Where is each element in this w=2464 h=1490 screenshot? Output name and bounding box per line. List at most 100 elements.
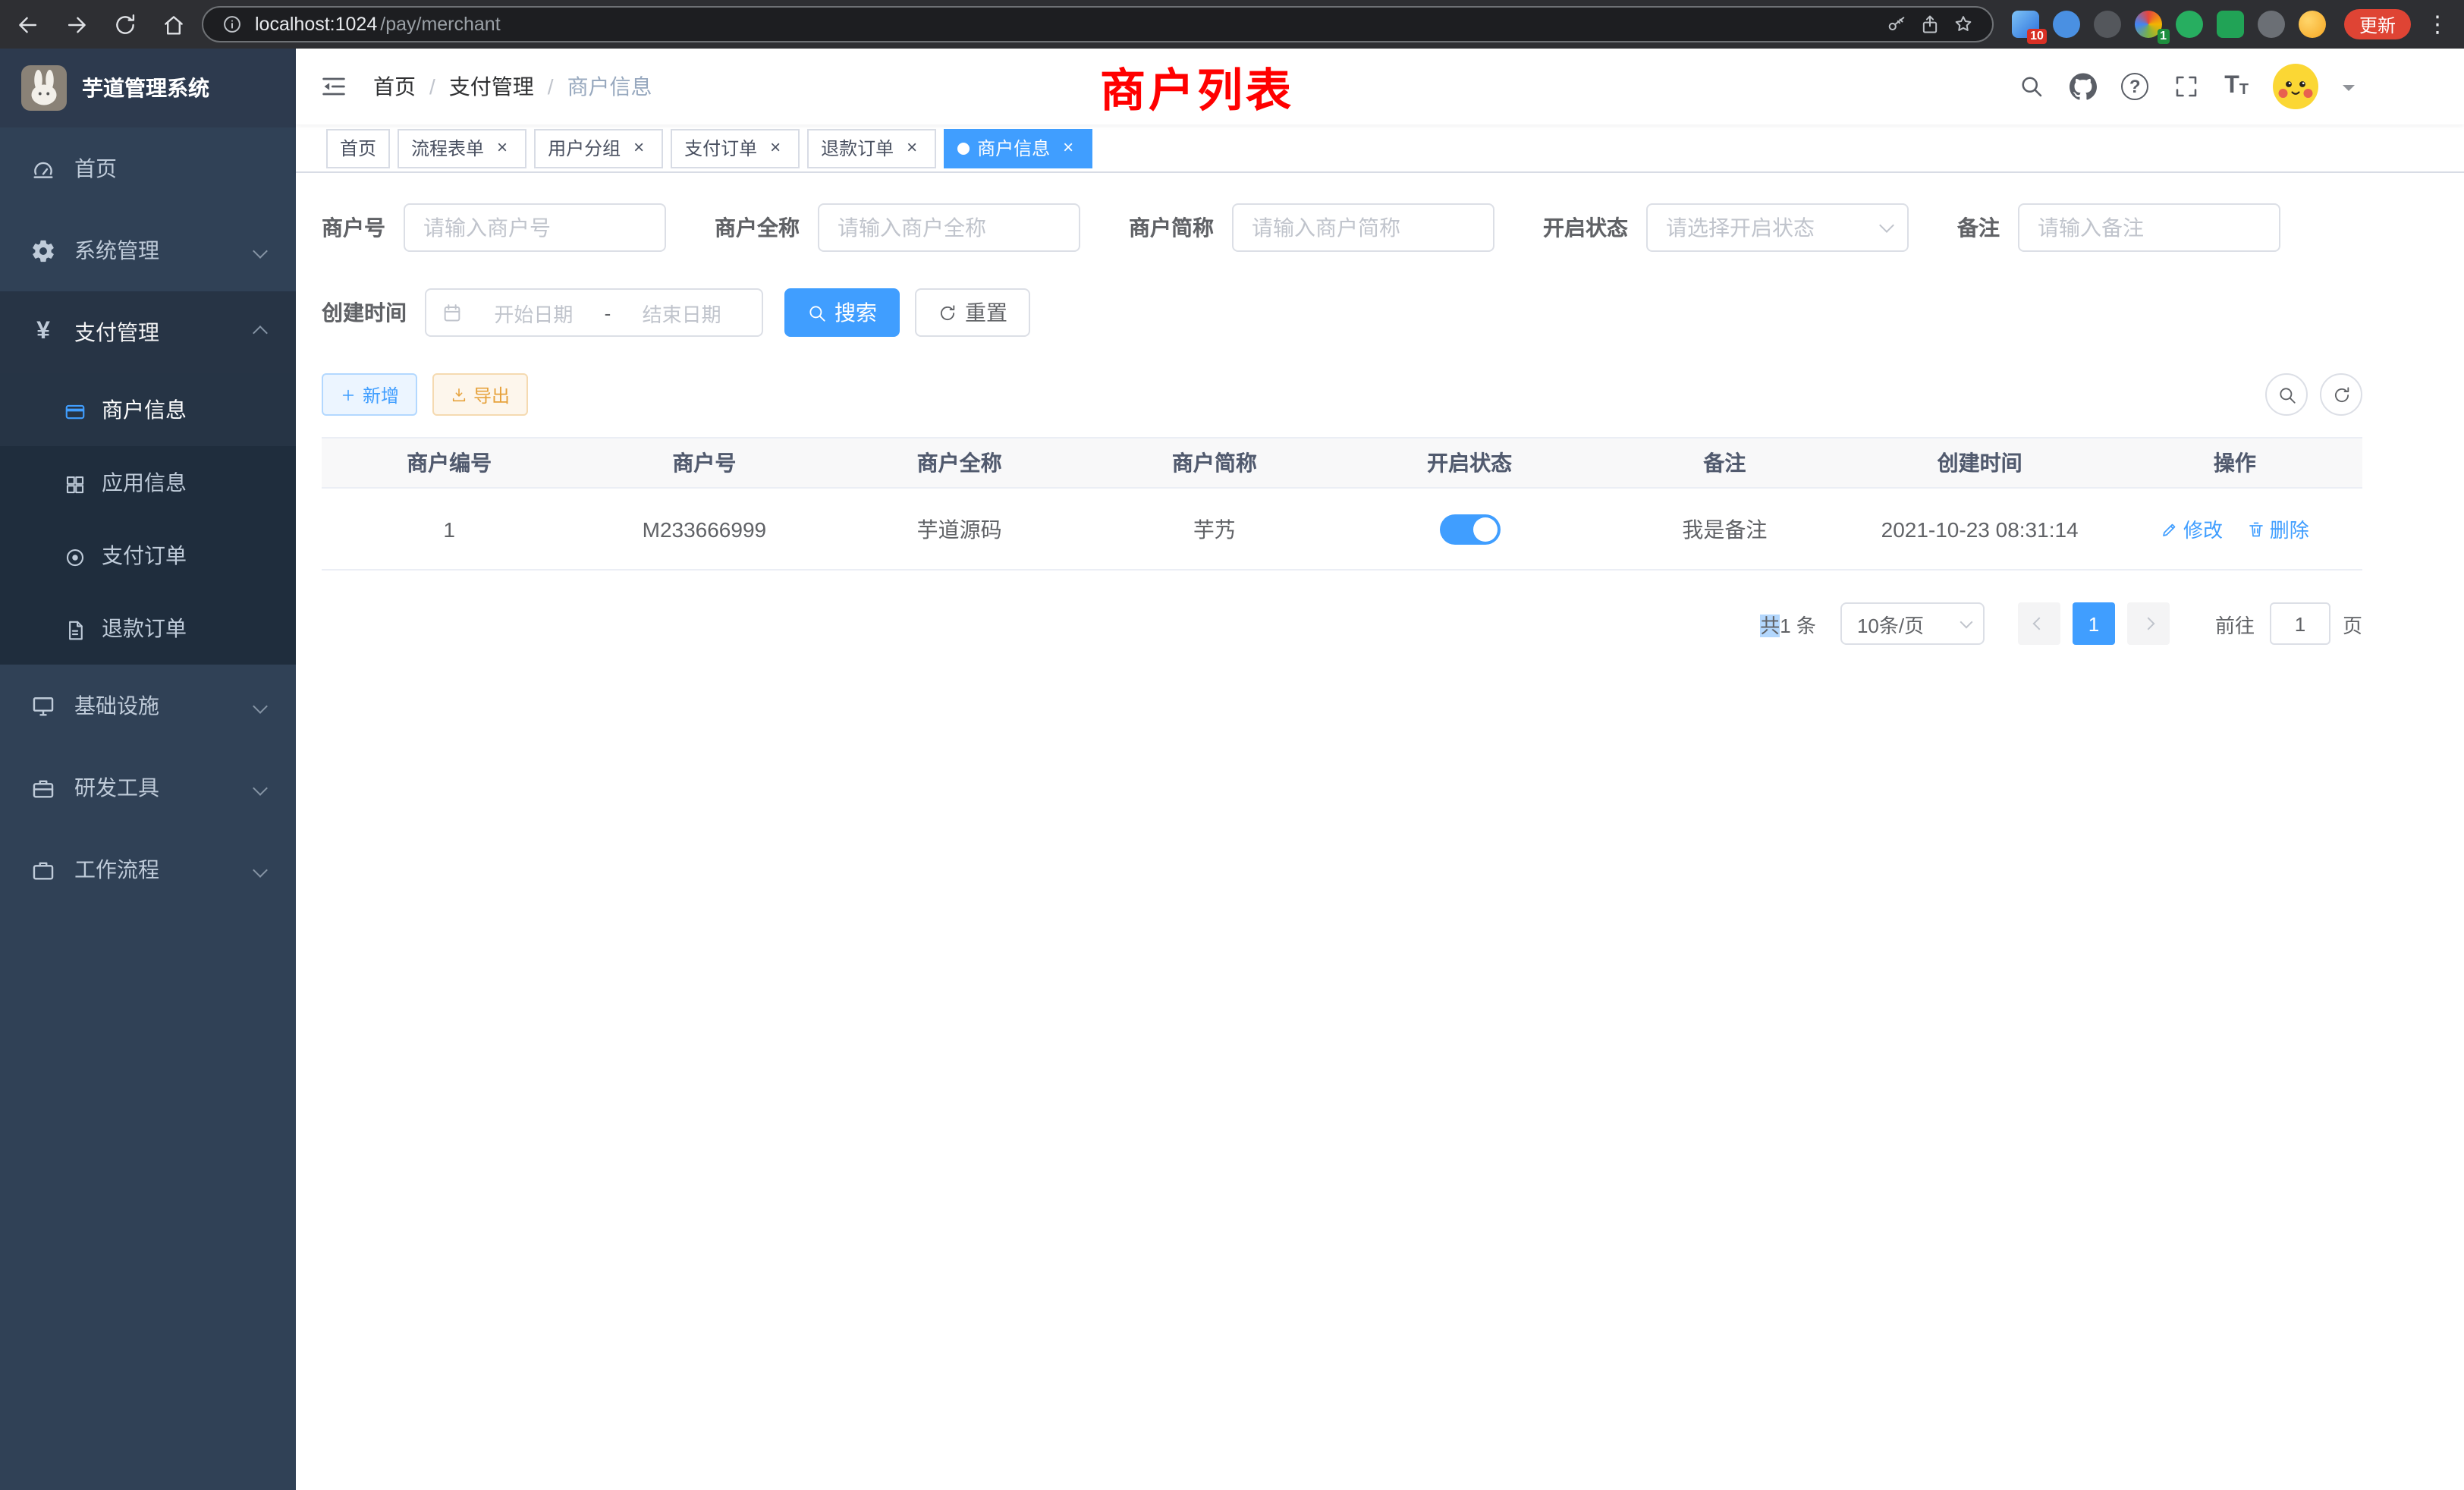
edit-link[interactable]: 修改 [2161, 514, 2223, 543]
tab-pay-orders[interactable]: 支付订单× [671, 128, 800, 168]
breadcrumb-payment[interactable]: 支付管理 [449, 71, 534, 102]
page-1-button[interactable]: 1 [2073, 602, 2115, 645]
address-bar[interactable]: localhost:1024 /pay/merchant [202, 6, 1994, 42]
export-button[interactable]: 导出 [432, 373, 528, 416]
chevron-down-icon [1879, 218, 1894, 233]
page-suffix: 页 [2343, 609, 2362, 638]
password-key-icon[interactable] [1886, 14, 1907, 35]
extension-icon[interactable]: 1 [2135, 11, 2162, 38]
sidebar-item-dev-tools[interactable]: 研发工具 [0, 747, 296, 828]
close-icon[interactable]: × [492, 137, 513, 159]
tab-merchant-info[interactable]: 商户信息× [944, 128, 1092, 168]
help-icon[interactable]: ? [2121, 73, 2148, 100]
close-icon[interactable]: × [1058, 137, 1079, 159]
status-toggle[interactable] [1439, 514, 1500, 544]
record-circle-icon [64, 544, 86, 567]
sidebar-item-label: 工作流程 [74, 854, 159, 885]
search-icon [807, 303, 827, 322]
sidebar-item-payment[interactable]: ¥ 支付管理 [0, 291, 296, 373]
chevron-down-icon [253, 780, 268, 795]
sidebar-item-workflow[interactable]: 工作流程 [0, 828, 296, 910]
tab-user-group[interactable]: 用户分组× [534, 128, 663, 168]
sidebar-item-home[interactable]: 首页 [0, 127, 296, 209]
status-select[interactable]: 请选择开启状态 [1646, 203, 1909, 252]
sidebar-item-merchant-info[interactable]: 商户信息 [0, 373, 296, 446]
merchant-no-input[interactable] [404, 203, 666, 252]
reload-icon[interactable] [112, 11, 138, 37]
search-button[interactable]: 搜索 [784, 288, 900, 337]
navbar-actions: ? TT [2018, 64, 2355, 109]
merchant-fullname-input[interactable] [818, 203, 1080, 252]
sidebar-item-refund-orders[interactable]: 退款订单 [0, 592, 296, 665]
screen: localhost:1024 /pay/merchant 10 1 更新 ⋮ [0, 0, 2464, 1490]
tab-process-form[interactable]: 流程表单× [398, 128, 526, 168]
goto-page-input[interactable] [2270, 602, 2330, 645]
back-icon[interactable] [15, 11, 41, 37]
cell-merchant-fullname: 芋道源码 [832, 514, 1087, 544]
tab-refund-orders[interactable]: 退款订单× [807, 128, 936, 168]
breadcrumb-home[interactable]: 首页 [373, 71, 416, 102]
font-size-icon[interactable]: TT [2224, 74, 2249, 99]
sidebar: 芋道管理系统 首页 系统管理 ¥ 支付管理 [0, 49, 296, 1490]
extension-icon[interactable] [2053, 11, 2080, 38]
extension-icon[interactable] [2217, 11, 2244, 38]
pagination: 共1 条 10条/页 1 前往 页 [322, 602, 2362, 645]
fullscreen-icon[interactable] [2173, 73, 2200, 100]
logo-image [21, 65, 67, 111]
browser-update-button[interactable]: 更新 [2344, 9, 2411, 39]
create-time-range-picker[interactable]: 开始日期 - 结束日期 [425, 288, 763, 337]
toggle-search-button[interactable] [2265, 373, 2308, 416]
extension-icon[interactable]: 10 [2012, 11, 2039, 38]
chevron-up-icon [253, 325, 268, 340]
bookmark-star-icon[interactable] [1953, 14, 1974, 35]
next-page-button[interactable] [2127, 602, 2170, 645]
prev-page-button[interactable] [2018, 602, 2060, 645]
pin-extension-icon[interactable] [2258, 11, 2285, 38]
edit-pencil-icon [2161, 520, 2179, 538]
hamburger-icon[interactable] [319, 71, 349, 102]
tabs-view: 首页 流程表单× 用户分组× 支付订单× 退款订单× 商户信息× [296, 124, 2464, 173]
column-header: 备注 [1597, 448, 1852, 478]
active-tab-dot [957, 142, 970, 154]
forward-icon[interactable] [64, 11, 90, 37]
download-icon [451, 386, 467, 403]
user-dropdown-caret-icon[interactable] [2343, 85, 2355, 97]
breadcrumb: 首页 / 支付管理 / 商户信息 [373, 71, 652, 102]
status-label: 开启状态 [1543, 212, 1646, 243]
close-icon[interactable]: × [628, 137, 649, 159]
search-icon[interactable] [2018, 73, 2045, 100]
delete-link[interactable]: 删除 [2247, 514, 2309, 543]
merchant-shortname-input[interactable] [1232, 203, 1494, 252]
chevron-down-icon [253, 862, 268, 877]
remark-input[interactable] [2018, 203, 2280, 252]
page-size-select[interactable]: 10条/页 [1840, 602, 1985, 645]
site-info-icon[interactable] [222, 14, 243, 35]
user-avatar[interactable] [2273, 64, 2318, 109]
cell-create-time: 2021-10-23 08:31:14 [1853, 517, 2107, 541]
sidebar-item-pay-orders[interactable]: 支付订单 [0, 519, 296, 592]
merchant-fullname-label: 商户全称 [715, 212, 818, 243]
extension-icon[interactable] [2176, 11, 2203, 38]
close-icon[interactable]: × [901, 137, 922, 159]
share-icon[interactable] [1919, 14, 1941, 35]
sidebar-item-system[interactable]: 系统管理 [0, 209, 296, 291]
close-icon[interactable]: × [765, 137, 786, 159]
sidebar-item-infrastructure[interactable]: 基础设施 [0, 665, 296, 747]
refresh-icon [2331, 385, 2351, 404]
tab-home[interactable]: 首页 [326, 128, 390, 168]
github-icon[interactable] [2070, 73, 2097, 100]
yen-icon: ¥ [30, 319, 56, 345]
cell-merchant-id: 1 [322, 517, 577, 541]
add-button[interactable]: 新增 [322, 373, 417, 416]
refresh-icon [938, 303, 957, 322]
goto-label: 前往 [2215, 609, 2255, 638]
home-icon[interactable] [161, 11, 187, 37]
sidebar-item-app-info[interactable]: 应用信息 [0, 446, 296, 519]
browser-menu-icon[interactable]: ⋮ [2426, 11, 2449, 38]
reset-button[interactable]: 重置 [915, 288, 1030, 337]
browser-profile-avatar[interactable] [2299, 11, 2326, 38]
extension-icon[interactable] [2094, 11, 2121, 38]
refresh-table-button[interactable] [2320, 373, 2362, 416]
column-header: 商户号 [577, 448, 831, 478]
cell-remark: 我是备注 [1597, 514, 1852, 544]
